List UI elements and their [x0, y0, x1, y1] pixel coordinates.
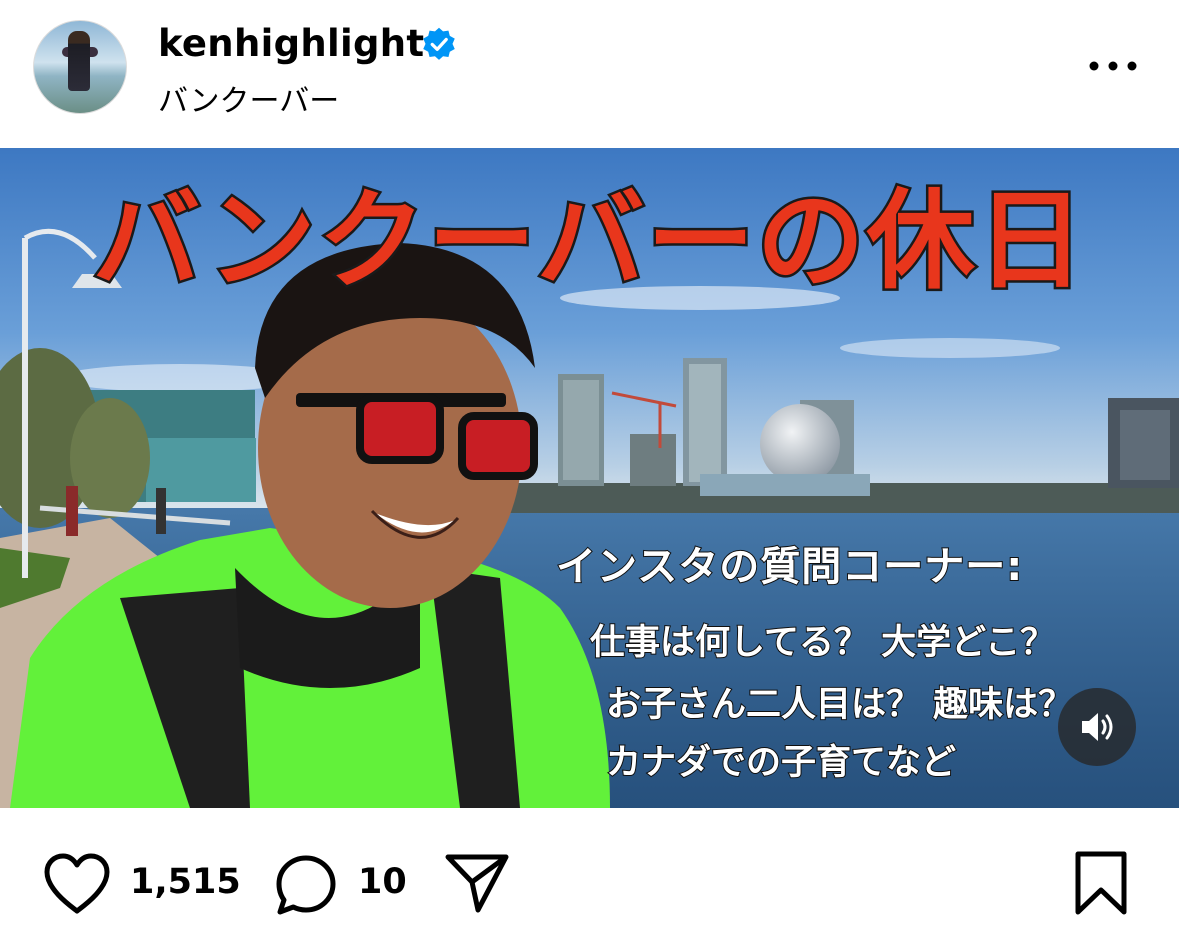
heart-icon[interactable]: [42, 852, 112, 916]
verified-badge-icon: [423, 27, 455, 60]
avatar-figure: [68, 31, 90, 91]
profile-avatar[interactable]: [33, 20, 127, 114]
bookmark-icon[interactable]: [1073, 850, 1129, 916]
comment-icon[interactable]: [273, 852, 339, 918]
post-actions-bar: 1,515 10: [0, 808, 1179, 939]
audio-toggle-button[interactable]: [1058, 688, 1136, 766]
post-location[interactable]: バンクーバー: [158, 76, 339, 120]
thumbnail-title: バンクーバーの休日: [90, 177, 1087, 307]
qa-line: 仕事は何してる？ 大学どこ？: [589, 622, 1056, 664]
like-count[interactable]: 1,515: [130, 862, 241, 902]
qa-line: カナダでの子育てなど: [605, 742, 957, 784]
post-header: kenhighlight バンクーバー: [0, 0, 1179, 148]
qa-heading: インスタの質問コーナー:: [555, 543, 1024, 591]
qa-line: お子さん二人目は？ 趣味は？: [605, 684, 1074, 726]
username-link[interactable]: kenhighlight: [158, 22, 424, 65]
post-media-image[interactable]: バンクーバーの休日 インスタの質問コーナー: 仕事は何してる？ 大学どこ？ お子…: [0, 148, 1179, 808]
comment-count[interactable]: 10: [358, 862, 407, 902]
share-icon[interactable]: [444, 852, 510, 914]
more-options-icon[interactable]: [1088, 60, 1138, 72]
speaker-icon: [1082, 713, 1113, 741]
